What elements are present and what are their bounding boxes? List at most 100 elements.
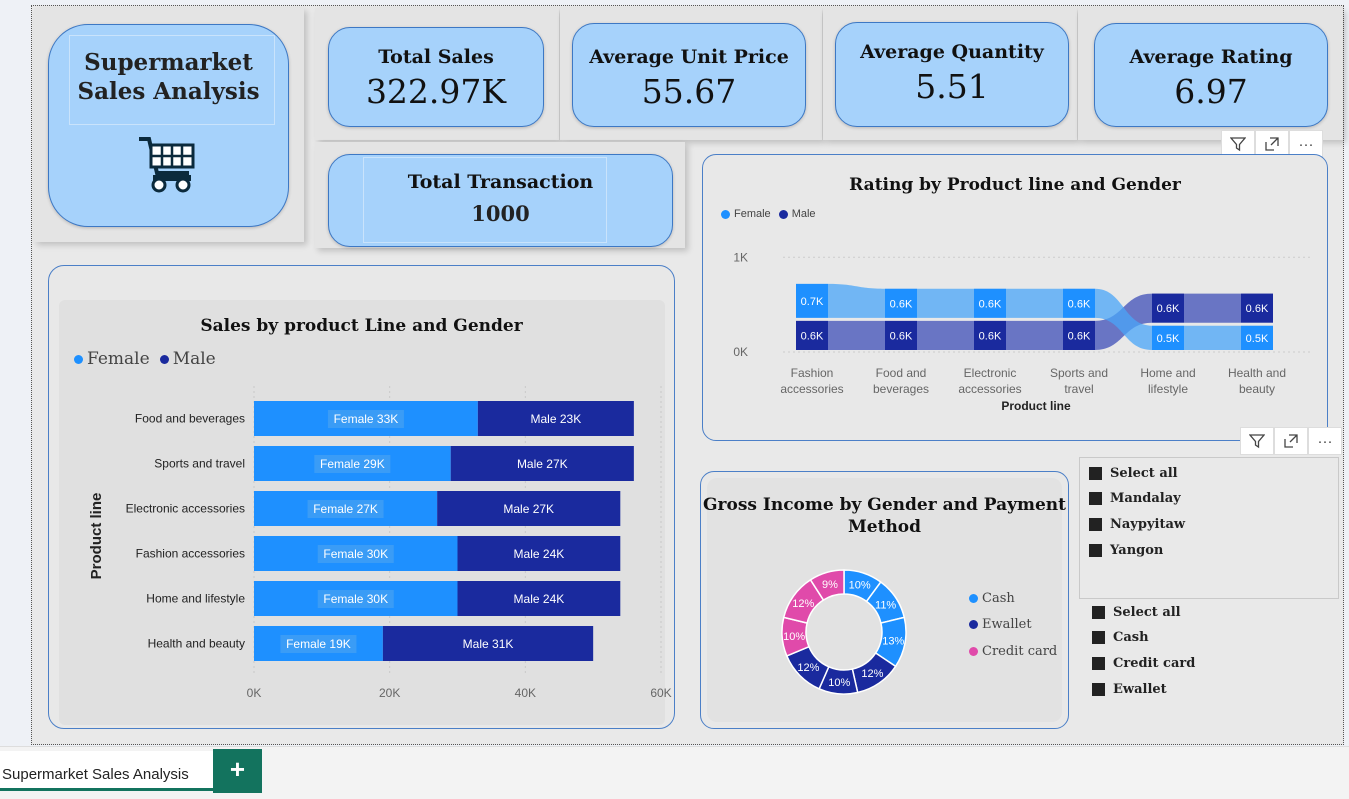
kpi-card-total-transaction: Total Transaction 1000 — [328, 154, 673, 247]
data-label-female: Female 27K — [313, 502, 378, 516]
ribbon-male — [1006, 320, 1063, 350]
slicer-option-select-all[interactable]: Select all — [1092, 605, 1181, 620]
data-label-female: Female 33K — [334, 412, 399, 426]
kpi-value: 322.97K — [365, 72, 507, 111]
checkbox[interactable] — [1092, 606, 1105, 619]
category-label: travel — [1064, 382, 1093, 396]
kpi-panel-avg-quantity: Average Quantity 5.51 — [823, 8, 1077, 140]
tab-supermarket-sales-analysis[interactable]: Supermarket Sales Analysis — [0, 751, 213, 791]
checkbox[interactable] — [1089, 518, 1102, 531]
kpi-panel-total-sales: Total Sales 322.97K — [315, 8, 559, 140]
gross-income-visual[interactable]: Gross Income by Gender and Payment Metho… — [700, 471, 1069, 729]
kpi-label: Total Sales — [378, 46, 494, 68]
category-label: Health and beauty — [148, 637, 245, 651]
slicer-option-cash[interactable]: Cash — [1092, 630, 1149, 645]
x-tick-label: 40K — [515, 686, 536, 700]
sales-bar-chart: 0K 20K 40K 60K Product line Food and beverage… — [88, 386, 672, 700]
checkbox[interactable] — [1092, 631, 1105, 644]
legend-credit-card: Credit card — [969, 644, 1057, 659]
checkbox[interactable] — [1092, 683, 1105, 696]
filter-icon[interactable] — [1240, 427, 1274, 455]
category-label: Health and — [1228, 366, 1286, 380]
y-tick-label: 0K — [733, 345, 748, 359]
category-label: beverages — [873, 382, 929, 396]
slice-label: 10% — [828, 677, 850, 689]
slice-label: 9% — [822, 579, 838, 591]
kpi-panel-avg-rating: Average Rating 6.97 — [1078, 8, 1343, 140]
kpi-inner-box — [363, 157, 607, 243]
kpi-panel-avg-unit-price: Average Unit Price 55.67 — [560, 8, 822, 140]
x-axis-title: Product line — [1001, 399, 1071, 413]
x-tick-label: 0K — [247, 686, 262, 700]
slice-label: 10% — [849, 579, 871, 591]
city-slicer[interactable]: Select all Mandalay Naypyitaw Yangon — [1079, 457, 1339, 599]
data-label-female: Female 30K — [323, 592, 388, 606]
data-label-male: Male 31K — [463, 637, 514, 651]
rating-by-product-line-visual[interactable]: Rating by Product line and Gender Female… — [702, 154, 1328, 441]
report-title-line2: Sales Analysis — [77, 78, 260, 105]
kpi-label: Average Quantity — [860, 41, 1044, 63]
legend-ewallet-label: Ewallet — [982, 617, 1032, 632]
kpi-value: 55.67 — [641, 72, 737, 111]
title-card: Supermarket Sales Analysis — [48, 24, 289, 227]
slicer-label: Cash — [1113, 630, 1149, 645]
data-label: 0.6K — [979, 330, 1002, 342]
slicer-toolbar: ··· — [1240, 427, 1342, 455]
slicer-label: Naypyitaw — [1110, 517, 1186, 532]
kpi-value: 5.51 — [915, 67, 989, 106]
category-label: Sports and travel — [154, 457, 245, 471]
add-page-button[interactable]: + — [213, 749, 262, 793]
category-label: Food and — [876, 366, 927, 380]
data-label: 0.6K — [1157, 303, 1180, 315]
slicer-option-yangon[interactable]: Yangon — [1089, 543, 1163, 558]
slicer-option-naypyitaw[interactable]: Naypyitaw — [1089, 517, 1185, 532]
kpi-value: 6.97 — [1174, 72, 1248, 111]
ribbon-male — [828, 320, 885, 350]
slicer-option-mandalay[interactable]: Mandalay — [1089, 491, 1181, 506]
payment-slicer[interactable]: Select all Cash Credit card Ewallet — [1084, 602, 1334, 712]
checkbox[interactable] — [1092, 657, 1105, 670]
focus-mode-icon[interactable] — [1274, 427, 1308, 455]
ribbon-female — [1006, 288, 1063, 318]
slicer-label: Credit card — [1113, 656, 1196, 671]
slice-label: 12% — [797, 662, 819, 674]
shopping-cart-icon — [139, 137, 195, 193]
checkbox[interactable] — [1089, 492, 1102, 505]
slicer-option-select-all[interactable]: Select all — [1089, 466, 1178, 481]
kpi-card-total-sales: Total Sales 322.97K — [328, 27, 544, 127]
kpi-label: Average Unit Price — [589, 46, 789, 68]
data-label: 0.5K — [1246, 333, 1269, 345]
data-label-male: Male 27K — [503, 502, 554, 516]
kpi-label: Total Transaction — [407, 171, 594, 193]
category-label: Food and beverages — [135, 412, 245, 426]
legend-cash-label: Cash — [982, 591, 1015, 606]
slicer-option-credit-card[interactable]: Credit card — [1092, 656, 1195, 671]
slice-label: 13% — [882, 636, 904, 648]
ribbon-female — [1184, 325, 1241, 350]
more-options-icon[interactable]: ··· — [1308, 427, 1342, 455]
data-label-male: Male 24K — [514, 592, 565, 606]
category-label: Home and — [1140, 366, 1195, 380]
x-tick-label: 20K — [379, 686, 400, 700]
slicer-label: Mandalay — [1110, 491, 1181, 506]
data-label-female: Female 30K — [323, 547, 388, 561]
data-label: 0.6K — [979, 298, 1002, 310]
checkbox[interactable] — [1089, 544, 1102, 557]
slice-label: 12% — [792, 598, 814, 610]
category-label: Electronic accessories — [126, 502, 245, 516]
kpi-value: 1000 — [471, 201, 530, 226]
sales-by-product-line-visual[interactable]: Sales by product Line and Gender Female … — [48, 265, 675, 729]
category-label: accessories — [780, 382, 843, 396]
category-label: Fashion accessories — [136, 547, 245, 561]
checkbox[interactable] — [1089, 467, 1102, 480]
data-label: 0.6K — [1068, 298, 1091, 310]
data-label-female: Female 29K — [320, 457, 385, 471]
category-label: accessories — [958, 382, 1021, 396]
data-label-female: Female 19K — [286, 637, 351, 651]
x-tick-label: 60K — [650, 686, 671, 700]
slicer-option-ewallet[interactable]: Ewallet — [1092, 682, 1167, 697]
slice-label: 10% — [783, 631, 805, 643]
kpi-card-avg-quantity: Average Quantity 5.51 — [835, 22, 1069, 127]
category-label: Electronic — [964, 366, 1017, 380]
slicer-label: Yangon — [1110, 543, 1164, 558]
